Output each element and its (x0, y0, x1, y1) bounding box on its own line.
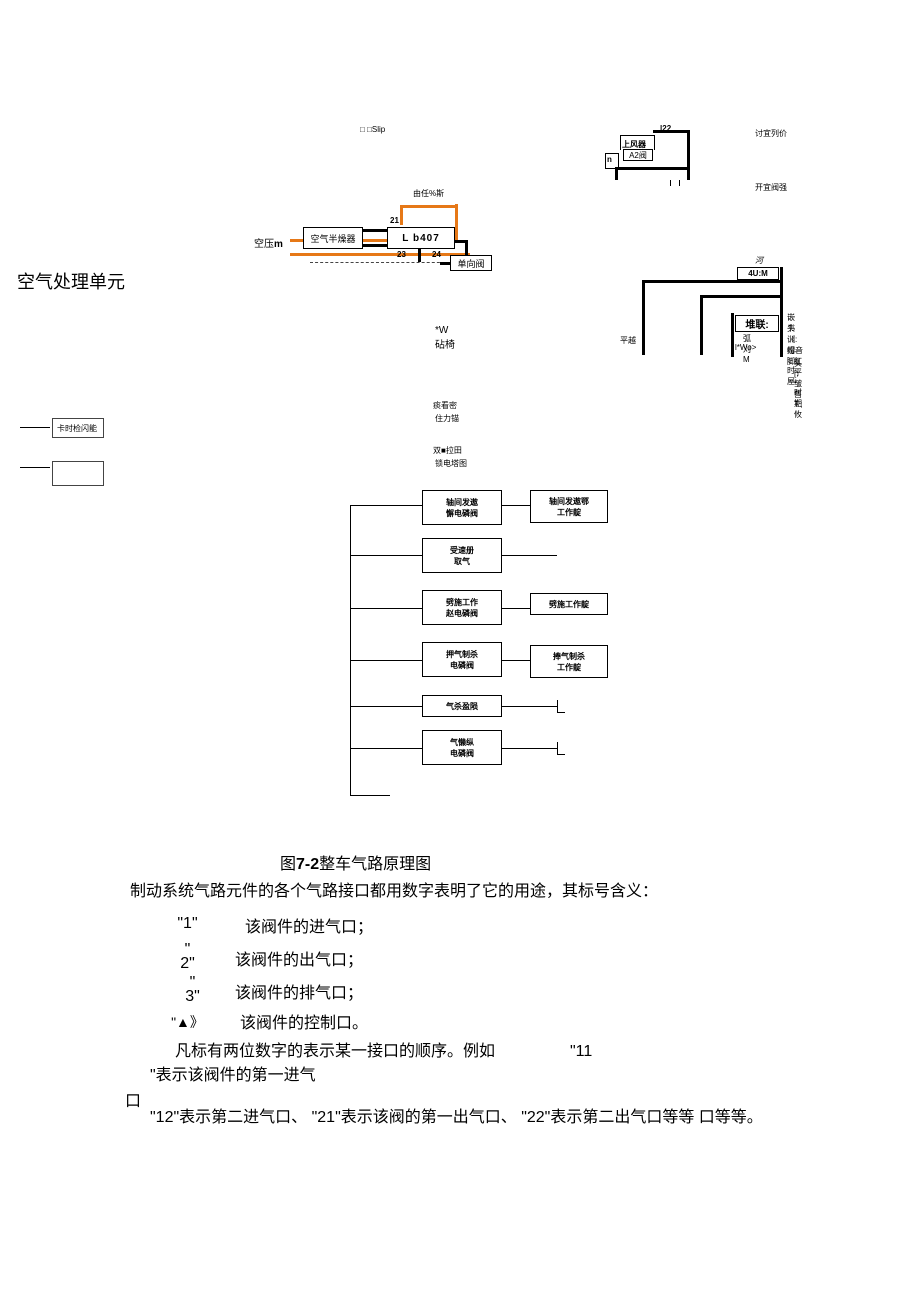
ladder-3c: 劈施工作靛 (549, 599, 589, 610)
port-4-desc: 该阀件的控制口。 (240, 1009, 368, 1033)
port-1-desc: 该阀件的进气口； (245, 913, 373, 937)
ladder-3a: 劈施工作 (446, 597, 478, 608)
ladder-1c: 轴间发遨鄂 (549, 496, 589, 507)
drill-chair-label: 砧椅 (435, 336, 455, 351)
port-4-num: "▲》 (160, 1009, 215, 1033)
rm-left-bracket (731, 313, 734, 357)
a2-valve-label: A2阀 (629, 150, 647, 161)
port-23-label: 23 (397, 250, 406, 259)
pressure-locker-label: 住力锚 (435, 413, 459, 424)
ladder-2a: 受速册 (450, 545, 474, 556)
ladder-3b: 赵电磷阀 (446, 608, 478, 619)
w-drill-group: *W 砧椅 (435, 325, 455, 351)
lb407-label: L b407 (402, 233, 440, 244)
port-2-desc: 该阀件的出气口； (235, 946, 363, 970)
ladder-5a: 气杀盈陨 (446, 701, 478, 712)
top-line-v2 (615, 167, 618, 180)
flat-over-label: 平越 (620, 335, 636, 346)
rm-line-v1 (642, 280, 645, 355)
ladder-6b: 电磷阀 (450, 748, 474, 759)
slip-label: □ □Slip (360, 125, 385, 134)
body-height-reduce: 开宜阀强 (755, 182, 787, 193)
lb407-box: L b407 (387, 227, 455, 249)
caption-suffix: 整车气路原理图 (319, 856, 431, 873)
intro-text: 制动系统气路元件的各个气路接口都用数字表明了它的用途，其标号含义： (130, 880, 810, 904)
ladder-1a: 轴间发遨 (446, 497, 478, 508)
port-2-num: " 2" (160, 943, 215, 970)
top-right-cluster: |22 上风器 A2阀 n (615, 125, 715, 180)
ladder-4d: 工作靛 (557, 662, 581, 673)
pain-label: 痰看密 (433, 400, 457, 411)
a2-valve-box: A2阀 (623, 149, 653, 161)
orange-line-v2 (400, 205, 403, 225)
footer-4: "12"表示第二进气口、 "21"表示该阀的第一出气口、 "22"表示第二出气口… (150, 1106, 810, 1130)
footer-1b: "11 (570, 1040, 592, 1064)
rm-line-v2 (780, 267, 783, 357)
body-height-adj: 讨宜列价 (755, 128, 787, 139)
footer-1a: 凡标有两位数字的表示某一接口的顺序。例如 (175, 1043, 495, 1060)
air-filter-box: 空气半燥器 (303, 227, 363, 249)
connector-h1 (363, 229, 389, 232)
ladder-6a: 气懒纵 (450, 737, 474, 748)
ladder-1b: 懈电磷阀 (446, 508, 478, 519)
4um-label: 4U:M (748, 269, 768, 278)
pneumatic-diagram: □ □Slip |22 上风器 A2阀 n 讨宜列价 开宜阀强 空压m 空气半燥… (0, 110, 920, 820)
rm-line-h2 (700, 295, 780, 298)
right-note-4: 头 [;皱售T:; (794, 358, 802, 409)
port-3-num: " 3" (160, 976, 215, 1003)
4um-box: 4U:M (737, 267, 779, 280)
single-valve-label: 单向阀 (457, 257, 484, 270)
ladder-4a: 押气制杀 (446, 649, 478, 660)
top-line-h1 (653, 130, 688, 133)
port-1-num: "1" (160, 913, 215, 937)
air-compressor-prefix: 空压 (254, 239, 274, 250)
dashed-line (310, 262, 450, 263)
top-right-shape-1 (620, 135, 655, 150)
top-line-h2 (615, 167, 690, 170)
air-compressor-suffix: m (274, 239, 283, 250)
to-valve-h (455, 240, 465, 243)
air-compressor-label: 空压m (254, 235, 283, 250)
lock-coil-label: 锁电塔图 (435, 458, 467, 469)
dual-solenoid-label: 双■拉田 (433, 445, 462, 456)
rm-line-v3 (700, 295, 703, 355)
w-label: *W (435, 325, 455, 336)
dual-connect-box: 堆联: (735, 315, 779, 332)
footer-paragraph: 凡标有两位数字的表示某一接口的顺序。例如 "11 "表示该阀件的第一进气 口 "… (120, 1040, 810, 1130)
top-line-v1 (687, 130, 690, 180)
port-definitions: "1" 该阀件的进气口； " 2" 该阀件的出气口； " 3" 该阀件的排气口；… (160, 910, 760, 1036)
small-inlet-label: n (607, 155, 612, 164)
top-stub (670, 180, 680, 186)
ladder-4c: 捧气制杀 (553, 651, 585, 662)
orange-line-v1 (455, 204, 458, 242)
figure-caption: 图7-2整车气路原理图 (280, 850, 431, 874)
port-21-label: 21 (390, 216, 399, 225)
port-3-desc: 该阀件的排气口； (235, 979, 363, 1003)
ladder-1d: 工作靛 (557, 507, 581, 518)
port-24-label: 24 (432, 250, 441, 259)
single-valve-box: 单向阀 (450, 255, 492, 271)
dual-connect-label: 堆联: (745, 316, 768, 331)
ladder-2b: 取气 (454, 556, 470, 567)
orange-line-h2 (400, 205, 455, 208)
dual-wo-label: l*Wo> (735, 343, 756, 352)
rm-line-h1 (642, 280, 782, 283)
ladder-4b: 电磷阀 (450, 660, 474, 671)
by-ft-label: 由任%斯 (413, 188, 444, 199)
air-filter-label: 空气半燥器 (310, 232, 355, 245)
orange-line-bottom (290, 253, 470, 256)
div-23-24 (418, 248, 421, 262)
footer-2: "表示该阀件的第一进气 (150, 1064, 810, 1088)
connector-h2 (363, 244, 389, 247)
